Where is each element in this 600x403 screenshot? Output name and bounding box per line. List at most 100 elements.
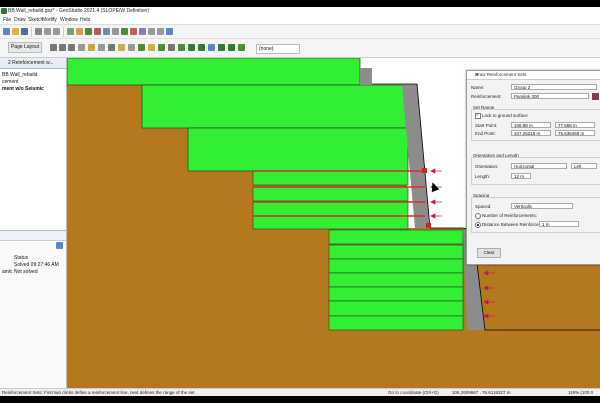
block-row-9[interactable] — [328, 244, 464, 260]
zoom-fit-icon[interactable] — [68, 44, 75, 51]
start-x-field[interactable]: 106.88 m — [511, 122, 551, 128]
standard-toolbar — [0, 25, 600, 39]
vectors-icon[interactable] — [208, 44, 215, 51]
reinforcement-label: Reinforcement: — [471, 94, 502, 99]
menu-sketch[interactable]: Sketch — [28, 17, 43, 23]
block-row-7[interactable] — [252, 215, 409, 230]
pan-icon[interactable] — [108, 44, 115, 51]
reinforcement-color-icon[interactable] — [592, 93, 599, 100]
line-icon[interactable] — [103, 28, 110, 35]
distance-field[interactable]: 1 m — [539, 221, 579, 227]
points-toggle-icon[interactable] — [148, 44, 155, 51]
reinforcement-end-point-1[interactable] — [422, 168, 427, 173]
orientation-label: Orientation: — [475, 164, 499, 169]
table-icon[interactable] — [168, 44, 175, 51]
regions-toggle-icon[interactable] — [158, 44, 165, 51]
block-row-4[interactable] — [252, 170, 409, 186]
pencil-icon[interactable] — [76, 28, 83, 35]
region-icon[interactable] — [85, 28, 92, 35]
redo-icon[interactable] — [53, 28, 60, 35]
block-row-6[interactable] — [252, 201, 409, 217]
tree-item-reinforcement[interactable]: cement — [2, 79, 66, 86]
key-icon[interactable] — [157, 28, 164, 35]
menu-window[interactable]: Window — [60, 17, 78, 23]
grid-icon[interactable] — [78, 44, 85, 51]
block-row-10[interactable] — [328, 258, 464, 274]
page-layout-button[interactable]: Page Layout — [8, 42, 43, 53]
block-row-1[interactable] — [67, 58, 361, 86]
show-materials-icon[interactable] — [138, 44, 145, 51]
zoom-in-icon[interactable] — [50, 44, 57, 51]
block-row-8[interactable] — [328, 229, 464, 245]
graph-icon[interactable] — [178, 44, 185, 51]
orientation-select[interactable]: Horizontal — [511, 163, 567, 169]
label-icon[interactable] — [118, 44, 125, 51]
refresh-icon[interactable] — [56, 242, 63, 249]
block-row-2[interactable] — [141, 84, 409, 129]
end-x-field[interactable]: 107.25215 m — [511, 130, 551, 136]
goto-coordinate-label[interactable]: Go to coordinate (Ctrl+G) — [388, 390, 439, 395]
end-point-label: End Point: — [475, 131, 496, 136]
menu-draw[interactable]: Draw — [14, 17, 26, 23]
slip-surface-icon[interactable] — [148, 28, 155, 35]
lock-to-ground-checkbox[interactable] — [475, 112, 481, 119]
facing-top[interactable] — [360, 68, 372, 85]
material-icon[interactable] — [121, 28, 128, 35]
distance-radio[interactable] — [475, 222, 481, 228]
zoom-readout: 118% (100.0 — [568, 390, 594, 395]
block-row-5[interactable] — [252, 186, 409, 202]
tree-item-analysis[interactable]: ment w/o Seismic — [2, 86, 66, 93]
name-label: Name: — [471, 85, 485, 90]
analysis-icon[interactable] — [228, 44, 235, 51]
new-icon[interactable] — [3, 28, 10, 35]
reinforcement-end-point-2[interactable] — [426, 223, 431, 228]
tree-item-file[interactable]: BB Wall_rebuild — [2, 72, 66, 79]
status-bar: Reinforcement Sets: First two clicks def… — [0, 388, 600, 396]
window-title: BB Wall_rebuild.gsz* - GeoStudio 2021.4 … — [8, 8, 149, 14]
status-hint: Reinforcement Sets: First two clicks def… — [2, 390, 195, 395]
contours-icon[interactable] — [198, 44, 205, 51]
analysis-tree-panel: 2 Reinforcement w... BB Wall_rebuild cem… — [0, 58, 67, 389]
axes-icon[interactable] — [98, 44, 105, 51]
zoom-out-icon[interactable] — [59, 44, 66, 51]
block-row-11[interactable] — [328, 272, 464, 288]
block-row-13[interactable] — [328, 300, 464, 317]
draw-reinforcement-dialog: Draw Reinforcement Sets ✕ Name: Group 2 … — [466, 70, 600, 265]
spaced-select[interactable]: Vertically — [511, 203, 573, 209]
block-row-14[interactable] — [328, 315, 464, 331]
solve-icon[interactable] — [166, 28, 173, 35]
close-icon[interactable]: ✕ — [475, 72, 599, 78]
undo-icon[interactable] — [44, 28, 51, 35]
end-y-field[interactable]: 75.636458 m — [555, 130, 595, 136]
block-row-12[interactable] — [328, 286, 464, 302]
lock-label: Lock to ground surface — [482, 113, 528, 118]
save-icon[interactable] — [21, 28, 28, 35]
reinforcement-icon[interactable] — [130, 28, 137, 35]
menu-help[interactable]: Help — [80, 17, 90, 23]
print-icon[interactable] — [35, 28, 42, 35]
pointer-icon[interactable] — [67, 28, 74, 35]
text-icon[interactable] — [112, 28, 119, 35]
open-icon[interactable] — [12, 28, 19, 35]
length-field[interactable]: 12 m — [511, 173, 531, 179]
prop-label-2: amic — [2, 269, 13, 275]
clear-button[interactable]: Clear — [477, 248, 501, 258]
num-reinforcements-radio[interactable] — [475, 213, 481, 219]
sorted-dropdown[interactable]: (none) — [256, 44, 300, 54]
results-icon[interactable] — [188, 44, 195, 51]
pore-water-icon[interactable] — [139, 28, 146, 35]
slices-icon[interactable] — [218, 44, 225, 51]
menu-file[interactable]: File — [3, 17, 11, 23]
hatch-icon[interactable] — [128, 44, 135, 51]
geometry-icon[interactable] — [238, 44, 245, 51]
name-field[interactable]: Group 2 — [511, 84, 597, 90]
menu-modify[interactable]: Modify — [42, 17, 57, 23]
direction-select[interactable]: Left — [571, 163, 597, 169]
block-row-3[interactable] — [187, 127, 409, 172]
dialog-title-bar: Draw Reinforcement Sets ✕ — [467, 71, 600, 80]
analysis-tab[interactable]: 2 Reinforcement w... — [0, 58, 66, 69]
start-y-field[interactable]: 77.558 m — [555, 122, 595, 128]
color-icon[interactable] — [88, 44, 95, 51]
point-icon[interactable] — [94, 28, 101, 35]
reinforcement-select[interactable]: Paralink 300 — [511, 93, 589, 99]
